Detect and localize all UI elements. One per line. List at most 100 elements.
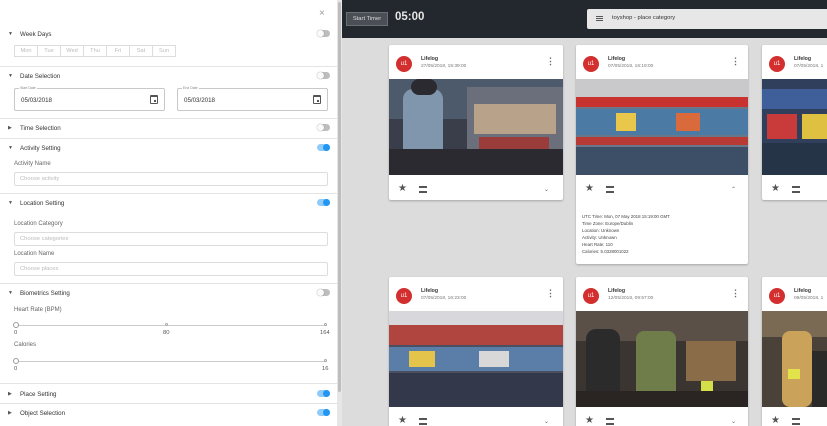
chevron-right-icon: ▶ (8, 410, 12, 416)
section-object-selection[interactable]: ▶ Object Selection (8, 406, 330, 420)
heart-rate-min-handle[interactable] (13, 322, 19, 328)
lifelog-photo[interactable] (576, 79, 748, 175)
location-name-input[interactable]: Choose places (14, 262, 328, 276)
day-thu[interactable]: Thu (83, 45, 107, 57)
activity-setting-toggle[interactable] (317, 144, 330, 151)
chevron-right-icon: ▶ (8, 125, 12, 131)
lifelog-photo[interactable] (762, 311, 827, 407)
calendar-icon[interactable] (150, 95, 158, 104)
day-sun[interactable]: Sun (152, 45, 176, 57)
hamburger-icon[interactable] (596, 16, 603, 21)
chevron-down-icon: ▼ (8, 290, 13, 296)
day-wed[interactable]: Wed (60, 45, 84, 57)
calories-min-handle[interactable] (13, 358, 19, 364)
lifelog-card[interactable]: u1 Lifelog 27/05/2018, 15:39:00 ⋮ ★ ⌄ (389, 45, 563, 200)
section-date-selection[interactable]: ▼ Date Selection (8, 69, 330, 83)
list-icon[interactable] (606, 418, 614, 425)
card-date: 07/05/2018, 16:23:00 (421, 296, 467, 301)
more-vert-icon[interactable]: ⋮ (546, 57, 555, 66)
location-name-placeholder: Choose places (20, 266, 59, 272)
list-icon[interactable] (792, 418, 800, 425)
lifelog-card[interactable]: u1 Lifelog 12/05/2018, 09:57:00 ⋮ ★ ⌄ (576, 277, 748, 426)
lifelog-card[interactable]: u1 Lifelog 07/05/2018, 1 ★ (762, 45, 827, 200)
star-icon[interactable]: ★ (585, 184, 594, 194)
location-setting-toggle[interactable] (317, 199, 330, 206)
chevron-down-icon[interactable]: ⌄ (544, 186, 549, 193)
section-biometrics-setting[interactable]: ▼ Biometrics Setting (8, 286, 330, 300)
location-name-label: Location Name (14, 251, 55, 257)
search-bar[interactable]: toyshop - place category (587, 9, 827, 29)
section-activity-setting[interactable]: ▼ Activity Setting (8, 141, 330, 155)
calendar-icon[interactable] (313, 95, 321, 104)
divider (0, 193, 337, 194)
divider (0, 66, 337, 67)
more-vert-icon[interactable]: ⋮ (546, 289, 555, 298)
section-title: Activity Setting (20, 144, 61, 152)
end-date-value: 05/03/2018 (184, 97, 215, 104)
day-mon[interactable]: Mon (14, 45, 38, 57)
card-details: UTC Time: Mon, 07 May 2018 15:19:00 GMT … (582, 213, 670, 255)
calories-label: Calories (14, 342, 37, 348)
heart-rate-slider[interactable] (13, 322, 327, 328)
card-title: Lifelog (421, 56, 439, 62)
section-place-setting[interactable]: ▶ Place Setting (8, 387, 330, 401)
section-title: Week Days (20, 30, 52, 38)
object-selection-toggle[interactable] (317, 409, 330, 416)
more-vert-icon[interactable]: ⋮ (731, 57, 740, 66)
list-icon[interactable] (792, 186, 800, 193)
chevron-right-icon: ▶ (8, 391, 12, 397)
top-bar: Start Timer 05:00 toyshop - place catego… (342, 0, 827, 38)
panel-scrollbar[interactable] (337, 0, 342, 426)
list-icon[interactable] (606, 186, 614, 193)
section-time-selection[interactable]: ▶ Time Selection (8, 121, 330, 135)
lifelog-photo[interactable] (389, 79, 563, 175)
card-title: Lifelog (794, 288, 812, 294)
calories-max-value: 16 (322, 366, 329, 372)
week-days-toggle[interactable] (317, 30, 330, 37)
lifelog-card[interactable]: u1 Lifelog 07/05/2018, 16:19:00 ⋮ ★ ⌃ UT… (576, 45, 748, 264)
time-selection-toggle[interactable] (317, 124, 330, 131)
card-date: 09/05/2018, 1 (794, 296, 824, 301)
list-icon[interactable] (419, 418, 427, 425)
card-date: 07/05/2018, 1 (794, 64, 824, 69)
date-selection-toggle[interactable] (317, 72, 330, 79)
chevron-down-icon[interactable]: ⌄ (544, 418, 549, 425)
biometrics-setting-toggle[interactable] (317, 289, 330, 296)
activity-placeholder: Choose activity (20, 176, 60, 182)
lifelog-card[interactable]: u1 Lifelog 09/05/2018, 1 ★ (762, 277, 827, 426)
day-tue[interactable]: Tue (37, 45, 61, 57)
end-date-field[interactable]: End Date 05/03/2018 (177, 86, 328, 111)
star-icon[interactable]: ★ (585, 416, 594, 426)
scrollbar-thumb[interactable] (338, 2, 341, 392)
card-actions: ★ (771, 184, 827, 196)
lifelog-photo[interactable] (389, 311, 563, 407)
heart-rate-mid-value: 80 (163, 330, 170, 336)
star-icon[interactable]: ★ (771, 416, 780, 426)
day-sat[interactable]: Sat (129, 45, 153, 57)
avatar: u1 (769, 288, 785, 304)
chevron-down-icon: ▼ (8, 73, 13, 79)
section-location-setting[interactable]: ▼ Location Setting (8, 196, 330, 210)
section-title: Object Selection (20, 409, 66, 417)
calories-slider[interactable] (13, 358, 327, 364)
chevron-up-icon[interactable]: ⌃ (731, 186, 736, 193)
lifelog-card[interactable]: u1 Lifelog 07/05/2018, 16:23:00 ⋮ ★ ⌄ (389, 277, 563, 426)
section-title: Biometrics Setting (20, 289, 70, 297)
day-fri[interactable]: Fri (106, 45, 130, 57)
more-vert-icon[interactable]: ⋮ (731, 289, 740, 298)
activity-input[interactable]: Choose activity (14, 172, 328, 186)
place-setting-toggle[interactable] (317, 390, 330, 397)
start-timer-button[interactable]: Start Timer (346, 12, 388, 26)
star-icon[interactable]: ★ (398, 416, 407, 426)
close-icon[interactable]: × (319, 8, 325, 19)
star-icon[interactable]: ★ (398, 184, 407, 194)
star-icon[interactable]: ★ (771, 184, 780, 194)
chevron-down-icon[interactable]: ⌄ (731, 418, 736, 425)
location-category-input[interactable]: Choose categories (14, 232, 328, 246)
start-date-field[interactable]: Start Date 05/03/2018 (14, 86, 165, 111)
detail-heart-rate: Heart Rate: 110 (582, 242, 613, 247)
list-icon[interactable] (419, 186, 427, 193)
lifelog-photo[interactable] (576, 311, 748, 407)
lifelog-photo[interactable] (762, 79, 827, 175)
section-week-days[interactable]: ▼ Week Days (8, 27, 330, 41)
